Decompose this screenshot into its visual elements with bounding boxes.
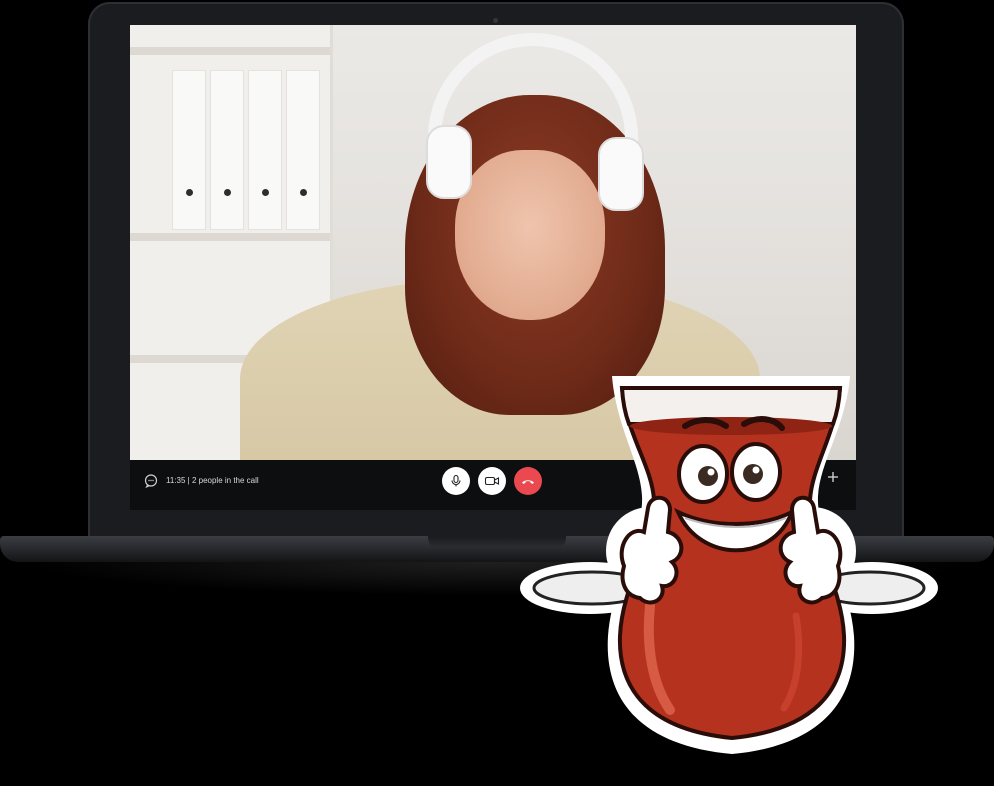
call-status-text: 11:35 | 2 people in the call	[166, 476, 259, 485]
video-camera-icon	[484, 476, 500, 486]
chat-bubble-icon[interactable]	[144, 474, 158, 488]
binder	[286, 70, 320, 230]
webcam-icon	[493, 18, 498, 23]
headphone-cup	[426, 125, 472, 199]
mute-microphone-button[interactable]	[442, 467, 470, 495]
binder	[172, 70, 206, 230]
headphone-cup	[598, 137, 644, 211]
toggle-camera-button[interactable]	[478, 467, 506, 495]
shelf-board	[130, 233, 330, 241]
binder	[210, 70, 244, 230]
binder	[248, 70, 282, 230]
microphone-icon	[451, 474, 461, 487]
shelf-board	[130, 47, 330, 55]
tea-glass-mascot-icon	[520, 376, 938, 754]
